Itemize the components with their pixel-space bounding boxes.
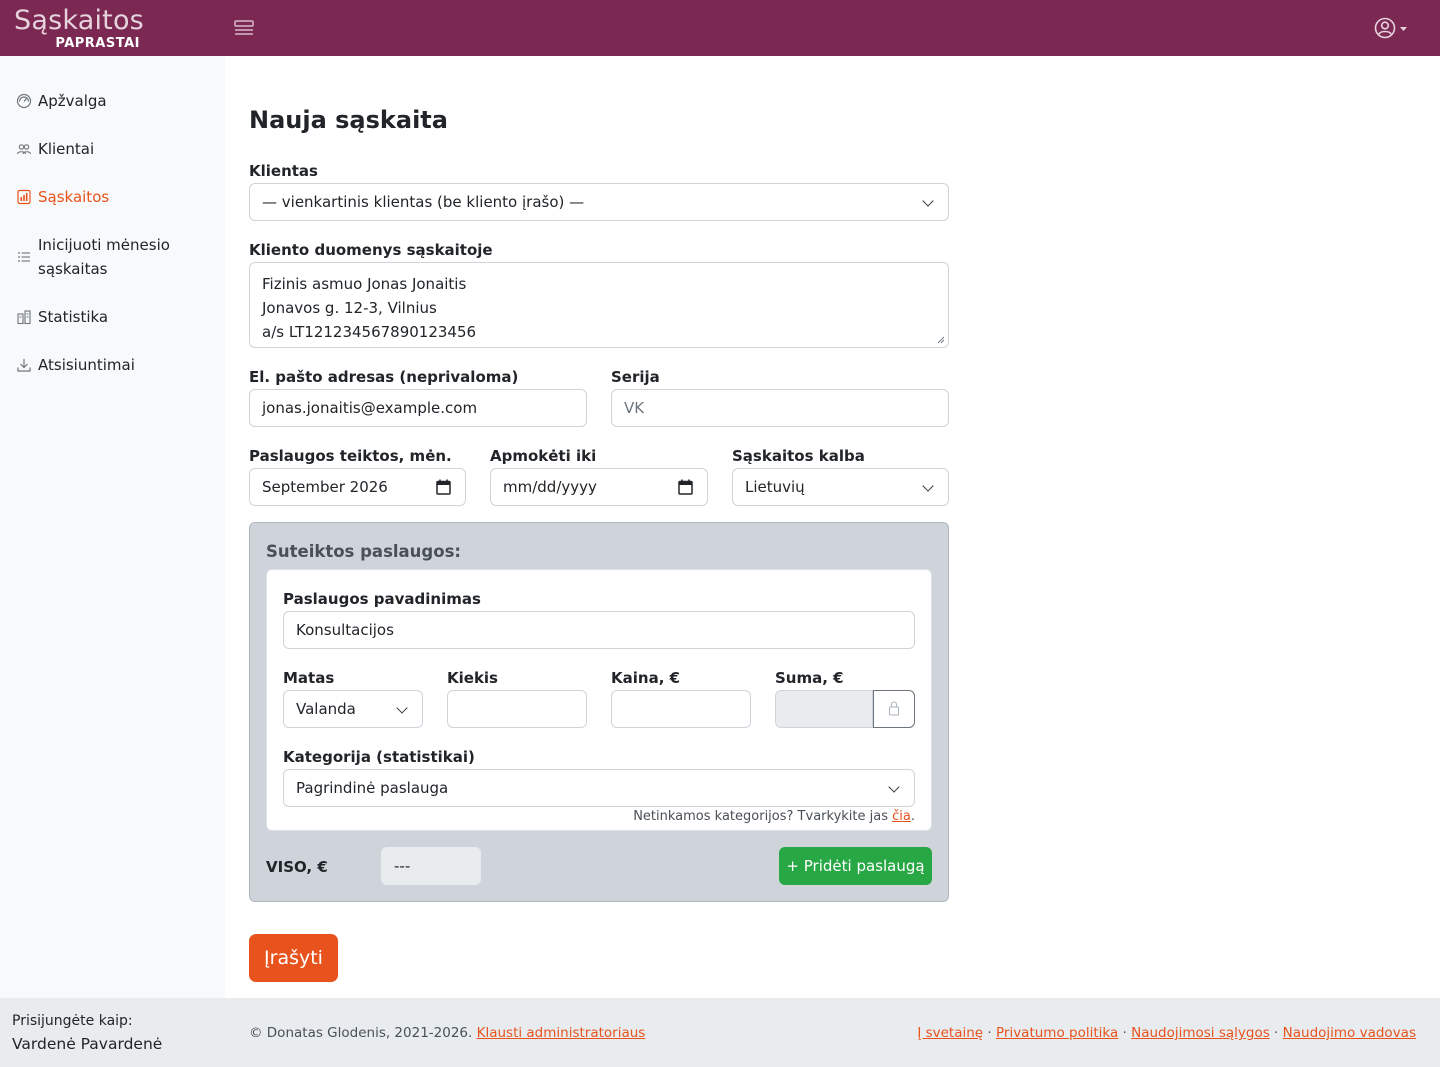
- client-details-line: Fizinis asmuo Jonas Jonaitis: [262, 275, 467, 293]
- client-select-value: — vienkartinis klientas (be kliento įraš…: [262, 193, 585, 211]
- quantity-label: Kiekis: [447, 669, 498, 687]
- services-panel: Suteiktos paslaugos: Paslaugos pavadinim…: [249, 522, 949, 902]
- footer-separator: ·: [983, 1025, 996, 1041]
- service-name-value: Konsultacijos: [296, 621, 394, 639]
- logged-in-user: Vardenė Pavardenė: [12, 1035, 163, 1053]
- category-hint-text: Netinkamos kategorijos? Tvarkykite jas: [633, 809, 893, 824]
- save-button[interactable]: Įrašyti: [249, 934, 338, 982]
- service-card: Paslaugos pavadinimas Konsultacijos Mata…: [266, 569, 932, 831]
- sidebar-item-monthly-invoices[interactable]: Inicijuoti mėnesio sąskaitas: [0, 233, 225, 281]
- sidebar: Apžvalga Klientai Sąskaitos Inicijuoti m…: [0, 56, 225, 998]
- footer-link-guide[interactable]: Naudojimo vadovas: [1283, 1025, 1416, 1041]
- contact-admin-link[interactable]: Klausti administratoriaus: [477, 1025, 646, 1041]
- language-label: Sąskaitos kalba: [732, 447, 865, 465]
- copyright: © Donatas Glodenis, 2021-2026. Klausti a…: [249, 1024, 645, 1042]
- sidebar-item-label: Apžvalga: [38, 92, 107, 110]
- language-select[interactable]: Lietuvių: [732, 468, 949, 506]
- category-hint-end: .: [910, 809, 915, 824]
- copyright-text: © Donatas Glodenis, 2021-2026.: [249, 1025, 477, 1041]
- due-date-placeholder: mm/dd/yyyy: [503, 478, 597, 496]
- sum-label: Suma, €: [775, 669, 844, 687]
- logged-in-label: Prisijungėte kaip:: [12, 1013, 133, 1029]
- lock-icon: [888, 701, 900, 716]
- footer: Prisijungėte kaip: Vardenė Pavardenė © D…: [0, 998, 1440, 1067]
- price-label: Kaina, €: [611, 669, 681, 687]
- footer-links: Į svetainę · Privatumo politika · Naudoj…: [917, 1024, 1416, 1042]
- sidebar-item-label: Atsisiuntimai: [38, 356, 135, 374]
- series-value: VK: [624, 399, 645, 417]
- chevron-down-icon: [1400, 27, 1407, 31]
- client-details-line: a/s LT121234567890123456: [262, 323, 477, 341]
- list-icon: [18, 252, 30, 262]
- footer-separator: ·: [1269, 1025, 1283, 1041]
- quantity-field[interactable]: [447, 690, 587, 728]
- service-month-value: September 2026: [262, 478, 388, 496]
- client-details-textarea[interactable]: Fizinis asmuo Jonas Jonaitis Jonavos g. …: [249, 262, 949, 348]
- page-title: Nauja sąskaita: [249, 106, 448, 134]
- sidebar-item-statistics[interactable]: Statistika: [0, 305, 225, 329]
- sidebar-item-overview[interactable]: Apžvalga: [0, 89, 225, 113]
- sidebar-item-label: Klientai: [38, 140, 95, 158]
- sidebar-toggle-icon[interactable]: [232, 18, 256, 38]
- sidebar-item-label: Sąskaitos: [38, 188, 110, 206]
- footer-separator: ·: [1118, 1025, 1132, 1041]
- brand-main-text: Sąskaitos: [14, 5, 144, 36]
- sidebar-item-label: Statistika: [38, 308, 109, 326]
- sidebar-item-downloads[interactable]: Atsisiuntimai: [0, 353, 225, 377]
- price-field[interactable]: [611, 690, 751, 728]
- calendar-icon[interactable]: [436, 479, 451, 495]
- unlock-sum-button[interactable]: [873, 690, 915, 728]
- add-service-button[interactable]: + Pridėti paslaugą: [779, 847, 932, 885]
- sidebar-item-clients[interactable]: Klientai: [0, 137, 225, 161]
- email-field[interactable]: jonas.jonaitis@example.com: [249, 389, 587, 427]
- main-content: Nauja sąskaita Klientas — vienkartinis k…: [225, 56, 1440, 998]
- buildings-icon: [17, 310, 31, 325]
- due-date-field[interactable]: mm/dd/yyyy: [490, 468, 708, 506]
- unit-value: Valanda: [296, 700, 356, 718]
- user-avatar-icon: [1374, 17, 1396, 39]
- series-label: Serija: [611, 368, 660, 386]
- service-month-label: Paslaugos teiktos, mėn.: [249, 447, 452, 465]
- series-field[interactable]: VK: [611, 389, 949, 427]
- category-label: Kategorija (statistikai): [283, 748, 475, 766]
- service-month-field[interactable]: September 2026: [249, 468, 466, 506]
- services-title: Suteiktos paslaugos:: [266, 542, 461, 561]
- client-details-label: Kliento duomenys sąskaitoje: [249, 241, 493, 259]
- client-details-line: Jonavos g. 12-3, Vilnius: [262, 299, 437, 317]
- sidebar-item-invoices[interactable]: Sąskaitos: [0, 185, 225, 209]
- due-date-label: Apmokėti iki: [490, 447, 597, 465]
- sidebar-item-label-line1: Inicijuoti mėnesio: [38, 236, 170, 254]
- people-icon: [16, 144, 32, 155]
- client-label: Klientas: [249, 162, 318, 180]
- calendar-icon[interactable]: [678, 479, 693, 495]
- category-select[interactable]: Pagrindinė paslauga: [283, 769, 915, 807]
- download-icon: [17, 359, 31, 372]
- category-hint: Netinkamos kategorijos? Tvarkykite jas č…: [633, 808, 915, 826]
- service-name-label: Paslaugos pavadinimas: [283, 590, 481, 608]
- email-value: jonas.jonaitis@example.com: [262, 399, 478, 417]
- language-value: Lietuvių: [745, 478, 805, 496]
- client-select[interactable]: — vienkartinis klientas (be kliento įraš…: [249, 183, 949, 221]
- category-value: Pagrindinė paslauga: [296, 779, 449, 797]
- dashboard-icon: [16, 93, 32, 109]
- total-field: ---: [381, 847, 481, 885]
- sum-field: [775, 690, 873, 728]
- manage-categories-link[interactable]: čia: [892, 809, 911, 824]
- unit-label: Matas: [283, 669, 335, 687]
- footer-link-privacy[interactable]: Privatumo politika: [996, 1025, 1118, 1041]
- unit-select[interactable]: Valanda: [283, 690, 423, 728]
- footer-link-terms[interactable]: Naudojimosi sąlygos: [1131, 1025, 1270, 1041]
- total-label: VISO, €: [266, 858, 328, 876]
- service-name-field[interactable]: Konsultacijos: [283, 611, 915, 649]
- user-menu-button[interactable]: [1372, 14, 1412, 42]
- invoice-chart-icon: [17, 189, 31, 205]
- resize-handle-icon[interactable]: [937, 336, 945, 344]
- footer-link-website[interactable]: Į svetainę: [917, 1025, 983, 1041]
- top-navbar: Sąskaitos PAPRASTAI: [0, 0, 1440, 56]
- email-label: El. pašto adresas (neprivaloma): [249, 368, 519, 386]
- brand-sub-text: PAPRASTAI: [55, 36, 140, 51]
- brand-logo[interactable]: Sąskaitos PAPRASTAI: [14, 4, 144, 52]
- sidebar-item-label-line2: sąskaitas: [38, 260, 108, 278]
- total-value: ---: [394, 857, 411, 875]
